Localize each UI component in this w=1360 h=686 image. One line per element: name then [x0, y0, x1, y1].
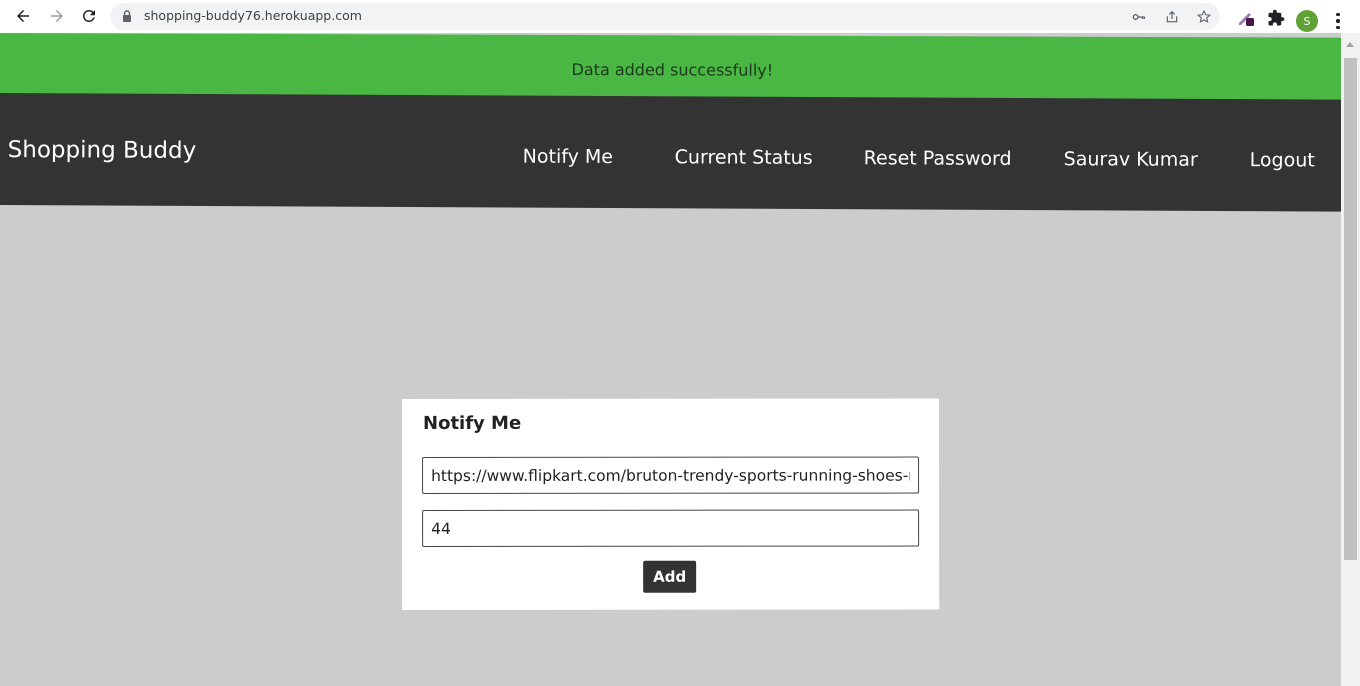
back-icon[interactable]	[12, 5, 34, 27]
star-icon[interactable]	[1195, 8, 1213, 26]
kebab-menu-icon[interactable]	[1333, 11, 1343, 31]
reload-icon[interactable]	[78, 5, 100, 27]
scrollbar-thumb[interactable]	[1344, 58, 1357, 560]
vertical-scrollbar[interactable]	[1341, 33, 1360, 686]
product-url-input[interactable]	[422, 456, 920, 494]
page-viewport: Data added successfully! Shopping Buddy …	[0, 33, 1341, 686]
extension-pen-icon[interactable]	[1236, 8, 1256, 28]
key-icon[interactable]	[1130, 8, 1148, 26]
target-price-input[interactable]	[422, 509, 920, 547]
share-icon[interactable]	[1163, 8, 1181, 26]
card-title: Notify Me	[423, 412, 522, 434]
url-text: shopping-buddy76.herokuapp.com	[144, 8, 362, 23]
nav-link-notify-me[interactable]: Notify Me	[523, 146, 613, 168]
nav-link-logout[interactable]: Logout	[1250, 149, 1315, 171]
nav-link-reset-password[interactable]: Reset Password	[864, 147, 1012, 170]
forward-icon[interactable]	[46, 5, 68, 27]
puzzle-icon[interactable]	[1266, 8, 1286, 28]
profile-avatar[interactable]: S	[1296, 10, 1318, 32]
notify-me-card: Notify Me Add	[402, 398, 940, 610]
brand-logo[interactable]: Shopping Buddy	[8, 137, 197, 164]
lock-icon	[123, 10, 131, 22]
alert-message: Data added successfully!	[571, 59, 774, 80]
add-button[interactable]: Add	[643, 560, 697, 593]
address-bar[interactable]: shopping-buddy76.herokuapp.com	[110, 3, 1220, 30]
nav-link-current-status[interactable]: Current Status	[675, 146, 813, 169]
nav-link-user-name[interactable]: Saurav Kumar	[1064, 148, 1198, 171]
scroll-up-arrow-icon[interactable]	[1346, 42, 1354, 47]
navbar: Shopping Buddy Notify Me Current Status …	[0, 93, 1341, 212]
browser-toolbar: shopping-buddy76.herokuapp.com S	[0, 0, 1360, 33]
